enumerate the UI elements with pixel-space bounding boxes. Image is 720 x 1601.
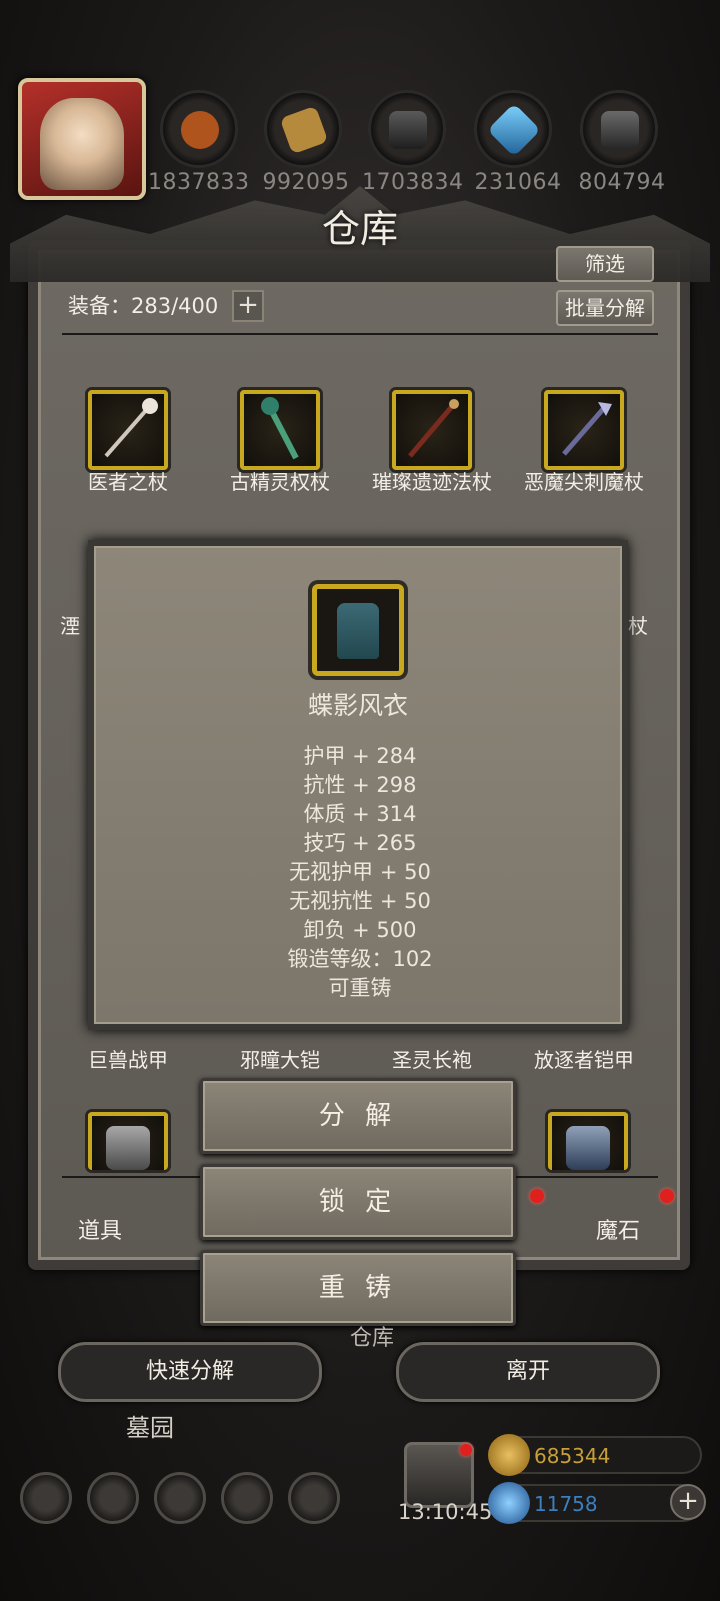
resource-crystal-icon[interactable] [474,90,552,168]
item-name: 医者之杖 [88,470,168,494]
resource-crystal-value: 231064 [474,170,562,195]
item-detail-icon [312,584,404,676]
item-slot-armor[interactable] [548,1112,628,1170]
item-name: 巨兽战甲 [88,1048,168,1072]
filter-button[interactable]: 筛选 [556,246,654,282]
character-icon[interactable] [154,1472,206,1524]
notification-dot [530,1189,544,1203]
gem-icon [488,1482,530,1524]
spike-wand-icon [562,402,612,456]
forge-level: 锻造等级：102 [287,947,433,971]
panel-title: 仓库 [321,207,398,251]
batch-decompose-button[interactable]: 批量分解 [556,290,654,326]
gold-coin-icon [488,1434,530,1476]
stat-line: 体质 + 314 [303,802,417,826]
item-slot-elf-scepter[interactable] [240,390,320,470]
resource-iron-icon[interactable] [368,90,446,168]
location-label: 墓园 [126,1414,174,1442]
leave-button[interactable]: 离开 [396,1342,660,1402]
gold-currency-bar: 685344 [488,1434,702,1476]
stat-line: 无视护甲 + 50 [289,860,431,884]
resource-steel-value: 804794 [578,170,666,195]
item-name: 圣灵长袍 [392,1048,472,1072]
resource-planks-value: 992095 [262,170,350,195]
stat-line: 护甲 + 284 [303,744,417,768]
tab-magic-stone[interactable]: 魔石 [596,1213,640,1245]
item-name: 放逐者铠甲 [534,1048,634,1072]
lock-button[interactable]: 锁 定 [200,1164,516,1240]
armor-icon [106,1126,150,1170]
resource-wood-value: 1837833 [148,170,250,195]
item-detail-name: 蝶影风衣 [307,691,408,720]
resource-planks-icon[interactable] [264,90,342,168]
item-slot-healer-staff[interactable] [88,390,168,470]
quick-decompose-button[interactable]: 快速分解 [58,1342,322,1402]
partial-item-label-left: 湮 [60,614,80,638]
recastable-note: 可重铸 [328,976,392,1000]
item-name: 恶魔尖刺魔杖 [524,470,644,494]
item-name: 古精灵权杖 [230,470,330,494]
item-name: 璀璨遗迹法杖 [372,470,492,494]
equipment-count: 装备：283/400 [68,294,219,318]
item-name: 邪瞳大铠 [240,1048,320,1072]
recast-button[interactable]: 重 铸 [200,1250,516,1326]
resource-iron-value: 1703834 [362,170,464,195]
list-top-divider [62,333,658,335]
player-avatar[interactable] [18,78,146,200]
partial-item-label-right: 杖 [628,614,648,638]
gift-timer: 13:10:45 [398,1500,493,1524]
settings-icon[interactable] [20,1472,72,1524]
scepter-icon [261,397,299,460]
stat-line: 抗性 + 298 [303,773,417,797]
item-slot-armor[interactable] [88,1112,168,1170]
decompose-button[interactable]: 分 解 [200,1078,516,1154]
avatar-portrait [40,98,124,190]
notification-dot [460,1444,472,1456]
resource-steel-icon[interactable] [580,90,658,168]
tab-items[interactable]: 道具 [78,1213,122,1245]
item-slot-relic-staff[interactable] [392,390,472,470]
resource-wood-icon[interactable] [160,90,238,168]
achievement-icon[interactable] [87,1472,139,1524]
armor-icon [566,1126,610,1170]
wand-icon [408,399,459,458]
stat-line: 卸负 + 500 [303,918,417,942]
gem-amount: 11758 [534,1492,598,1516]
warehouse-label: 仓库 [350,1326,395,1351]
staff-icon [104,398,158,458]
expand-capacity-button[interactable]: + [232,290,264,322]
item-slot-demon-wand[interactable] [544,390,624,470]
mail-icon[interactable] [221,1472,273,1524]
notification-dot [660,1189,674,1203]
coat-icon [337,603,379,659]
gold-amount: 685344 [534,1444,611,1468]
stat-line: 技巧 + 265 [303,831,417,855]
stat-line: 无视抗性 + 50 [289,889,431,913]
guild-icon[interactable] [288,1472,340,1524]
add-currency-button[interactable]: + [670,1484,706,1520]
